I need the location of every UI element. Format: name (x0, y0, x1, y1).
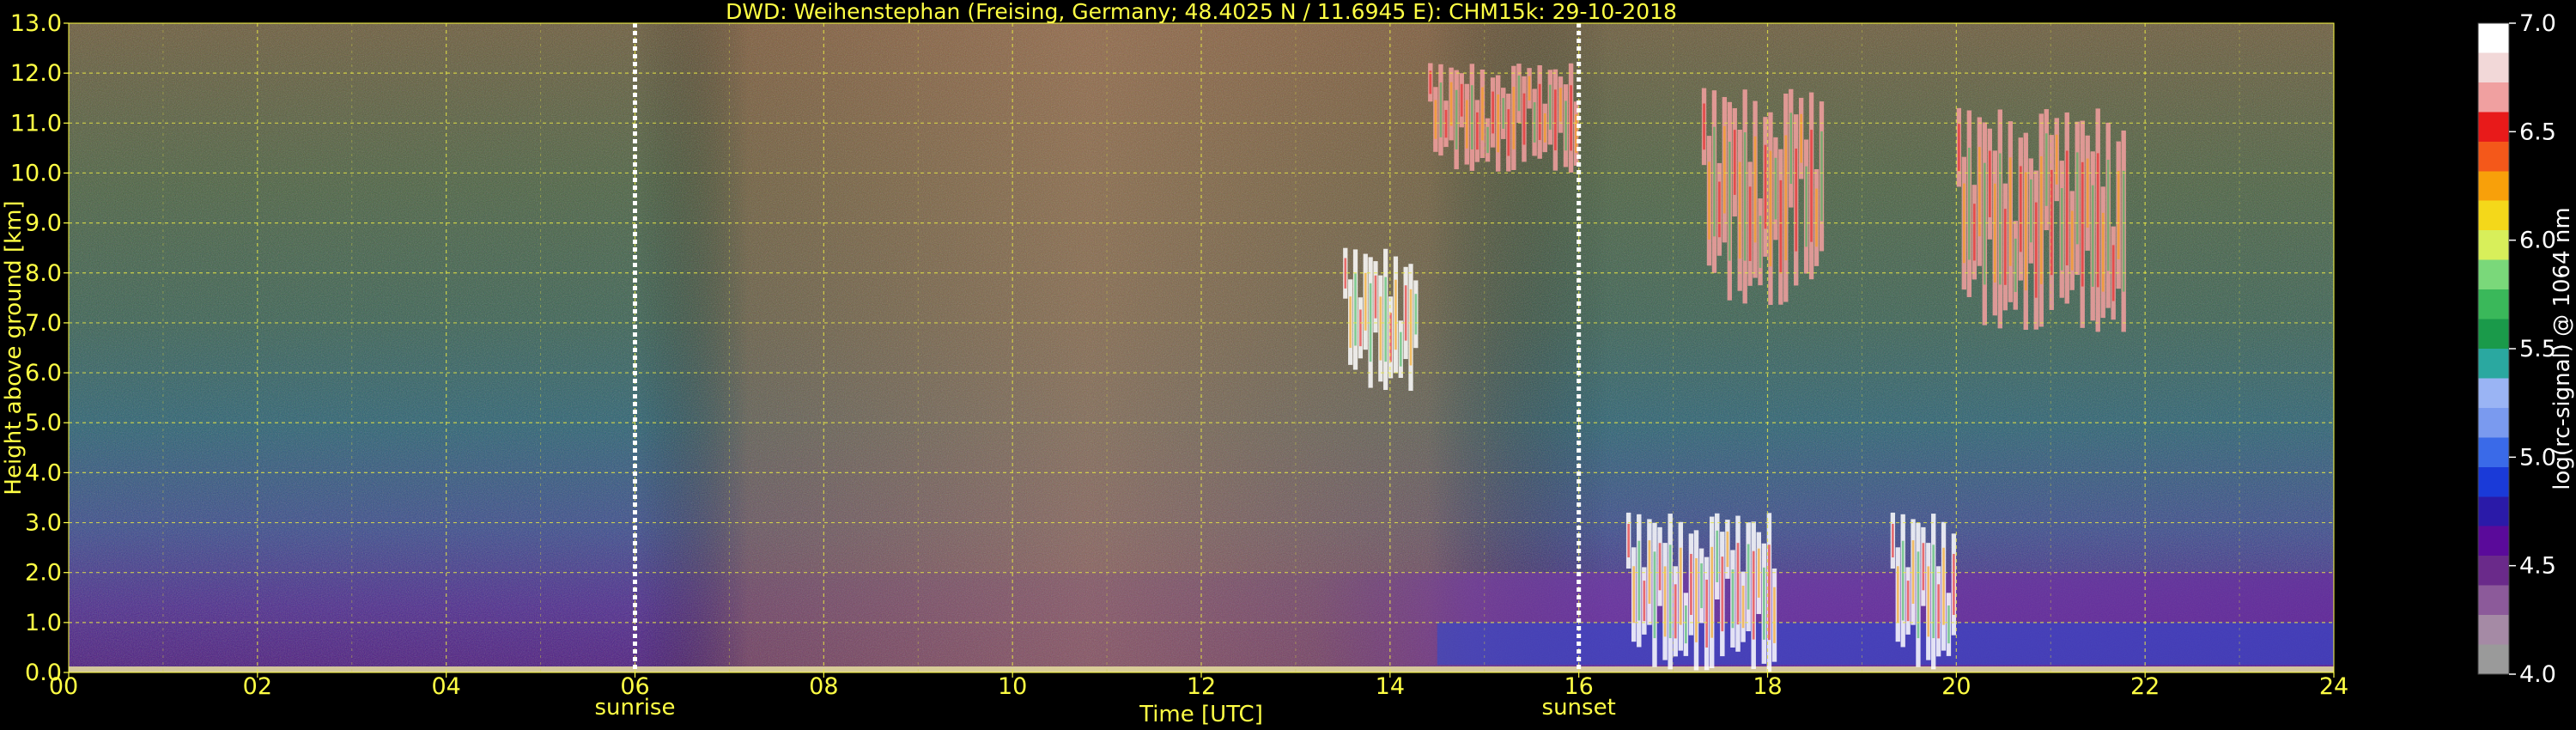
colorbar-tick-label: 4.5 (2519, 553, 2556, 580)
y-tick-label: 13.0 (10, 10, 62, 37)
y-tick-label: 8.0 (25, 260, 62, 287)
y-tick-label: 11.0 (10, 110, 62, 137)
x-tick-label: 08 (809, 673, 838, 700)
colorbar-tick-label: 4.0 (2519, 661, 2556, 688)
y-tick-label: 3.0 (25, 510, 62, 537)
y-tick-label: 4.0 (25, 459, 62, 486)
y-tick-label: 1.0 (25, 610, 62, 636)
x-tick-label: 14 (1376, 673, 1405, 700)
y-tick-label: 2.0 (25, 560, 62, 587)
x-tick-label: 22 (2130, 673, 2160, 700)
x-axis-label: Time [UTC] (1139, 702, 1263, 727)
colorbar-tick-label: 7.0 (2519, 10, 2556, 37)
y-tick-label: 5.0 (25, 410, 62, 436)
x-tick-label: 18 (1753, 673, 1782, 700)
ceilometer-figure: sunrise sunset 00 02 04 06 08 10 12 14 16 18 20 22 24… (1, 0, 2575, 727)
colorbar (2477, 22, 2510, 675)
y-tick-label: 0.0 (25, 660, 62, 686)
x-tick-label: 12 (1187, 673, 1216, 700)
y-tick-label: 9.0 (25, 210, 62, 237)
chart-title: DWD: Weihenstephan (Freising, Germany; 4… (726, 0, 1677, 24)
x-tick-label: 20 (1941, 673, 1971, 700)
feature-boundary-layer (1437, 622, 2334, 666)
y-tick-label: 7.0 (25, 310, 62, 337)
x-tick-label: 24 (2319, 673, 2348, 700)
y-tick-label: 12.0 (10, 60, 62, 87)
x-tick-label: 06 (620, 673, 649, 700)
y-tick-label: 10.0 (10, 160, 62, 186)
x-tick-label: 04 (431, 673, 460, 700)
x-tick-label: 16 (1564, 673, 1593, 700)
x-tick-label: 02 (243, 673, 272, 700)
y-axis-label: Height above ground [km] (1, 200, 27, 495)
y-tick-label: 6.0 (25, 360, 62, 386)
colorbar-label: log(rc-signal) @ 1064 nm (2549, 207, 2575, 490)
x-tick-label: 10 (998, 673, 1027, 700)
colorbar-tick-label: 6.5 (2519, 119, 2556, 145)
